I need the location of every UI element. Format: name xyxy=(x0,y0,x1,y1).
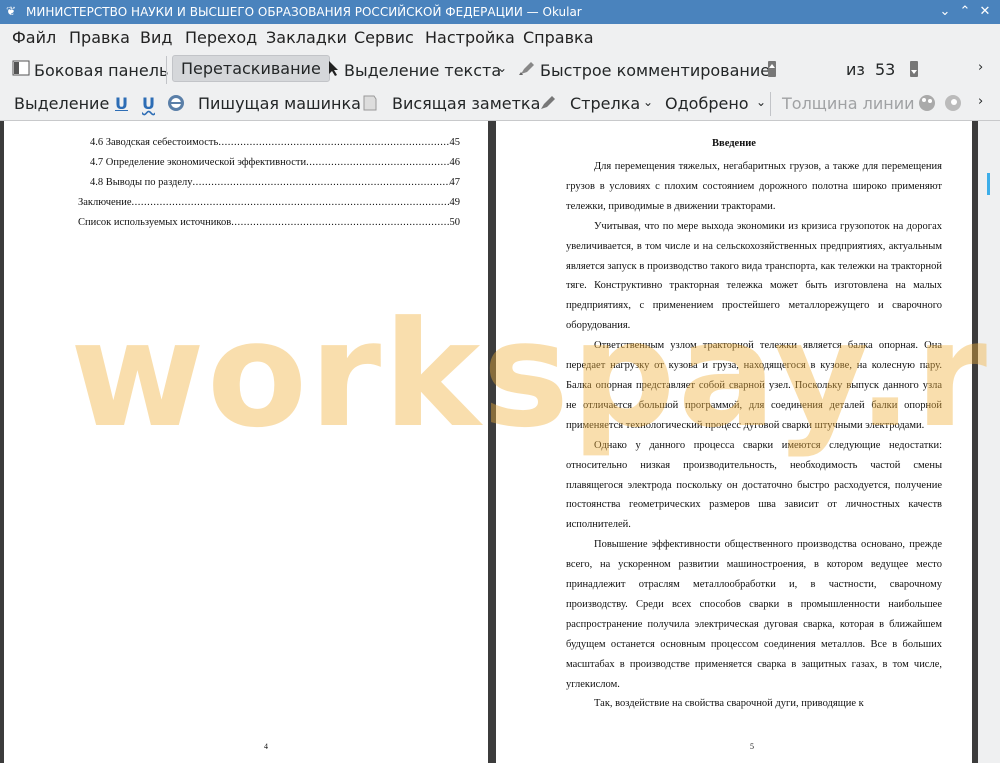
sidebar-button-label: Боковая панель xyxy=(34,60,169,80)
menu-help[interactable]: Справка xyxy=(523,28,594,47)
window-title: МИНИСТЕРСТВО НАУКИ И ВЫСШЕГО ОБРАЗОВАНИЯ… xyxy=(26,5,582,19)
chevron-down-icon: ⌄ xyxy=(643,95,654,109)
toc-entry-title: 4.8 Выводы по разделу xyxy=(90,177,193,188)
toc-entry-title: 4.7 Определение экономической эффективно… xyxy=(90,157,307,168)
menu-edit[interactable]: Правка xyxy=(69,28,130,47)
text-select-label: Выделение текста xyxy=(344,60,502,80)
chevron-down-icon: ⌄ xyxy=(756,95,767,109)
paragraph: Однако у данного процесса сварки имеются… xyxy=(566,439,942,531)
highlighter-icon xyxy=(518,60,536,80)
toc-entry-page: 47 xyxy=(449,177,461,188)
drag-mode-button[interactable]: Перетаскивание xyxy=(172,55,330,82)
okular-app-icon[interactable]: ❦ xyxy=(4,4,18,18)
opacity-button[interactable] xyxy=(944,94,962,116)
arrow-button[interactable] xyxy=(538,94,562,116)
paragraph: Повышение эффективности общественного пр… xyxy=(566,539,942,690)
menu-bar: Файл Правка Вид Переход Закладки Сервис … xyxy=(0,24,1000,52)
sticky-note-icon xyxy=(362,94,378,116)
section-heading: Введение xyxy=(712,138,756,149)
toc-entry: 4.7 Определение экономической эффективно… xyxy=(90,157,460,168)
underline-icon: U xyxy=(115,94,128,113)
squiggle-icon: U xyxy=(142,94,155,113)
approved-stamp-button[interactable]: Одобрено xyxy=(665,94,749,113)
minimize-window-button[interactable]: ⌄ xyxy=(936,3,954,21)
document-page-4: 4.6 Заводская себестоимость 45 4.7 Опреде… xyxy=(4,121,488,763)
toc-entry-title: 4.6 Заводская себестоимость xyxy=(90,137,219,148)
sticky-note-label[interactable]: Висящая заметка xyxy=(392,94,540,113)
annotation-toolbar: Выделение U U Пишущая машинка Висящая за… xyxy=(0,88,1000,121)
color-button[interactable] xyxy=(918,94,936,116)
quick-annotation-button[interactable]: Быстрое комментирование xyxy=(518,60,770,80)
toc-entry: 4.8 Выводы по разделу 47 xyxy=(90,177,460,188)
toc-entry-page: 45 xyxy=(449,137,461,148)
close-window-button[interactable]: ✕ xyxy=(976,3,994,21)
toc-entry-title: Заключение xyxy=(78,197,132,208)
menu-tools[interactable]: Сервис xyxy=(354,28,414,47)
sidebar-button[interactable]: Боковая панель xyxy=(12,60,168,80)
menu-view[interactable]: Вид xyxy=(140,28,172,47)
menu-bookmarks[interactable]: Закладки xyxy=(266,28,347,47)
stamp-icon xyxy=(167,94,185,116)
page-total-label: 53 xyxy=(875,60,896,79)
approved-dropdown[interactable]: ⌄ xyxy=(756,95,766,109)
line-width-button[interactable]: Толщина линии xyxy=(782,94,915,113)
paragraph: Так, воздействие на свойства сварочной д… xyxy=(594,698,864,710)
toc-entry: Заключение 49 xyxy=(78,197,460,208)
opacity-icon xyxy=(944,94,962,116)
next-page-button[interactable] xyxy=(908,60,920,82)
pen-icon xyxy=(538,94,558,116)
page-down-icon xyxy=(908,60,920,82)
title-bar: ❦ МИНИСТЕРСТВО НАУКИ И ВЫСШЕГО ОБРАЗОВАН… xyxy=(0,0,1000,24)
sticky-note-button[interactable] xyxy=(362,94,382,116)
scrollbar-thumb[interactable] xyxy=(987,173,990,195)
vertical-scrollbar[interactable] xyxy=(978,121,1000,763)
document-view[interactable]: 4.6 Заводская себестоимость45 4.7 Опреде… xyxy=(0,121,1000,763)
toc-entry-page: 50 xyxy=(449,217,461,228)
toolbar-overflow-button[interactable]: › xyxy=(978,60,983,75)
paragraph: Для перемещения тяжелых, негабаритных гр… xyxy=(566,161,942,212)
toolbar-separator xyxy=(770,92,771,116)
sidebar-icon xyxy=(12,60,30,80)
annotation-toolbar-overflow[interactable]: › xyxy=(978,94,983,109)
page-up-icon xyxy=(766,60,778,82)
menu-file[interactable]: Файл xyxy=(12,28,56,47)
text-select-button[interactable]: Выделение текста xyxy=(328,60,501,80)
maximize-window-button[interactable]: ⌃ xyxy=(956,3,974,21)
typewriter-button[interactable]: Пишущая машинка xyxy=(198,94,361,113)
arrow-label[interactable]: Стрелка xyxy=(570,94,640,113)
toc-entry-page: 46 xyxy=(449,157,461,168)
paragraph: Учитывая, что по мере выхода экономики и… xyxy=(566,220,942,332)
color-palette-icon xyxy=(918,94,936,116)
quick-annotation-label: Быстрое комментирование xyxy=(540,60,771,80)
toc-entry-title: Список используемых источников xyxy=(78,217,232,228)
text-select-dropdown[interactable]: ⌄ xyxy=(497,61,507,75)
toolbar-separator xyxy=(166,56,167,84)
chevron-right-icon: › xyxy=(978,60,984,75)
cursor-arrow-icon xyxy=(328,60,340,80)
main-toolbar: Боковая панель Перетаскивание Выделение … xyxy=(0,52,1000,136)
underline-button[interactable]: U xyxy=(115,94,128,113)
drag-mode-label: Перетаскивание xyxy=(181,59,321,78)
paragraph: Ответственным узлом тракторной тележки я… xyxy=(566,340,942,431)
selection-button[interactable]: Выделение xyxy=(14,94,109,113)
arrow-dropdown[interactable]: ⌄ xyxy=(643,95,653,109)
page-number: 5 xyxy=(750,742,754,751)
page-of-label: из xyxy=(846,60,865,79)
menu-go[interactable]: Переход xyxy=(185,28,257,47)
toc-entry: Список используемых источников 50 xyxy=(78,217,460,228)
chevron-right-icon: › xyxy=(978,94,984,109)
page-number: 4 xyxy=(264,742,268,751)
previous-page-button[interactable] xyxy=(766,60,778,82)
page-body: Для перемещения тяжелых, негабаритных гр… xyxy=(566,157,942,714)
strikeout-button[interactable] xyxy=(167,94,185,116)
chevron-down-icon: ⌄ xyxy=(497,61,508,75)
menu-settings[interactable]: Настройка xyxy=(425,28,515,47)
squiggle-button[interactable]: U xyxy=(142,94,155,113)
toc-entry: 4.6 Заводская себестоимость 45 xyxy=(90,137,460,148)
document-page-5: Введение Для перемещения тяжелых, негаба… xyxy=(496,121,972,763)
toc-entry-page: 49 xyxy=(449,197,461,208)
